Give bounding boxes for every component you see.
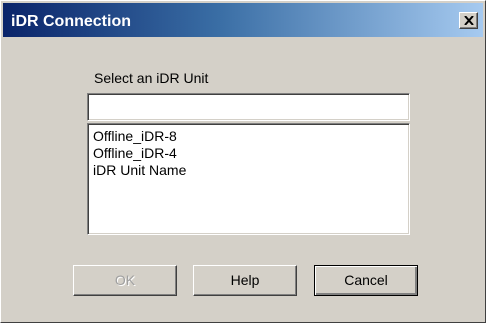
unit-input[interactable] [90,96,407,118]
ok-button[interactable]: OK [73,265,177,296]
window-title: iDR Connection [11,13,131,30]
unit-list[interactable]: Offline_iDR-8 Offline_iDR-4 iDR Unit Nam… [87,123,410,235]
list-item[interactable]: Offline_iDR-4 [93,145,177,162]
close-icon [464,16,474,25]
cancel-button[interactable]: Cancel [314,265,418,296]
help-button[interactable]: Help [193,265,297,296]
title-bar[interactable]: iDR Connection [3,3,483,37]
idr-connection-dialog: iDR Connection Select an iDR Unit Offlin… [0,0,486,323]
unit-input-frame [87,93,410,121]
close-button[interactable] [459,12,478,29]
select-unit-label: Select an iDR Unit [94,70,209,86]
list-item[interactable]: Offline_iDR-8 [93,128,177,145]
list-item[interactable]: iDR Unit Name [93,162,186,179]
